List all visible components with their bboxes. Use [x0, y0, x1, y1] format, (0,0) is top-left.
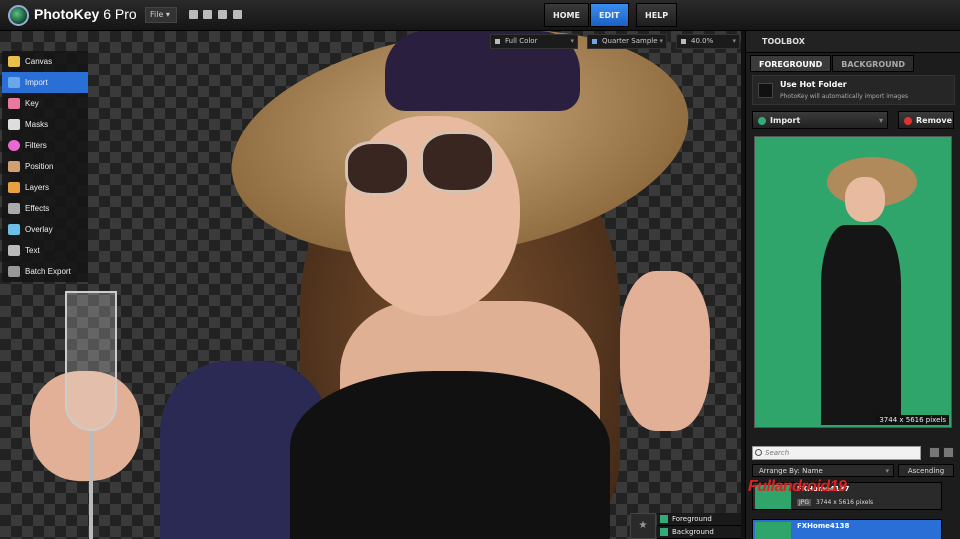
subject-arm [620, 271, 710, 431]
image-preview: 3744 x 5616 pixels [754, 136, 952, 428]
text-icon [8, 245, 20, 256]
tool-effects[interactable]: Effects [2, 198, 88, 219]
masks-icon [8, 119, 20, 130]
preview-body [821, 225, 901, 425]
tool-key[interactable]: Key [2, 93, 88, 114]
minus-icon [904, 117, 912, 125]
batch-export-icon [8, 266, 20, 277]
file-menu[interactable]: File ▾ [145, 7, 177, 23]
chevron-down-icon: ▾ [659, 37, 663, 45]
mail-icon[interactable] [218, 10, 227, 19]
checkbox-icon[interactable] [660, 515, 668, 523]
layers-icon [8, 182, 20, 193]
top-bar: PhotoKey 6 Pro File ▾ HOME EDIT HELP [0, 0, 960, 31]
hot-folder-title: Use Hot Folder [780, 80, 847, 89]
nav-edit-button[interactable]: EDIT [590, 3, 629, 27]
toolbox-panel: TOOLBOX FOREGROUND BACKGROUND Use Hot Fol… [745, 31, 960, 539]
subject-dress [290, 371, 610, 539]
tool-layers[interactable]: Layers [2, 177, 88, 198]
image-canvas[interactable] [0, 31, 741, 539]
import-button[interactable]: Import ▾ [752, 111, 888, 129]
tool-filters[interactable]: Filters [2, 135, 88, 156]
champagne-glass [55, 291, 125, 539]
tool-text[interactable]: Text [2, 240, 88, 261]
tab-background[interactable]: BACKGROUND [832, 55, 914, 72]
watermark-text: Fullandroid19 [748, 478, 847, 495]
remove-button[interactable]: Remove [898, 111, 954, 129]
tool-batch-export[interactable]: Batch Export [2, 261, 88, 282]
tab-foreground[interactable]: FOREGROUND [750, 55, 832, 72]
tool-masks[interactable]: Masks [2, 114, 88, 135]
sample-select[interactable]: Quarter Sample ▾ [587, 34, 667, 49]
list-view-icon[interactable] [929, 447, 940, 458]
tool-overlay[interactable]: Overlay [2, 219, 88, 240]
open-icon[interactable] [189, 10, 198, 19]
sort-order-select[interactable]: Ascending [898, 464, 954, 477]
hot-folder-desc: PhotoKey will automatically import image… [780, 93, 909, 100]
checkbox-icon[interactable] [660, 528, 668, 536]
favorite-star-icon[interactable]: ★ [630, 513, 656, 539]
zoom-icon [681, 39, 686, 44]
position-icon [8, 161, 20, 172]
grid-view-icon[interactable] [943, 447, 954, 458]
hot-folder-option[interactable]: Use Hot Folder PhotoKey will automatical… [752, 75, 955, 105]
arrange-by-select[interactable]: Arrange By: Name ▾ [752, 464, 894, 477]
search-input[interactable]: Search [752, 446, 921, 460]
subject-sunglass-left [345, 141, 410, 196]
nav-help-button[interactable]: HELP [636, 3, 678, 27]
chevron-down-icon: ▾ [732, 37, 736, 45]
tool-canvas[interactable]: Canvas [2, 51, 88, 72]
overlay-icon [8, 224, 20, 235]
search-icon [755, 449, 762, 456]
color-mode-icon [495, 39, 500, 44]
preview-dimensions: 3744 x 5616 pixels [876, 415, 949, 425]
photokey-logo-icon [8, 5, 29, 26]
nav-home-button[interactable]: HOME [544, 3, 589, 27]
layer-foreground[interactable]: Foreground [657, 513, 741, 526]
plus-icon [758, 117, 766, 125]
toolbox-title: TOOLBOX [746, 31, 960, 53]
file-item[interactable]: FXHome4138 [752, 519, 942, 539]
print-icon[interactable] [233, 10, 242, 19]
app-title: PhotoKey 6 Pro [34, 6, 137, 22]
key-icon [8, 98, 20, 109]
canvas-icon [8, 56, 20, 67]
file-thumbnail [755, 522, 791, 539]
chevron-down-icon: ▾ [885, 467, 889, 475]
import-icon [8, 77, 20, 88]
tool-position[interactable]: Position [2, 156, 88, 177]
tool-import[interactable]: Import [2, 72, 88, 93]
chevron-down-icon: ▾ [570, 37, 574, 45]
effects-icon [8, 203, 20, 214]
layer-background[interactable]: Background [657, 526, 741, 539]
zoom-select[interactable]: 40.0% ▾ [676, 34, 740, 49]
sample-icon [592, 39, 597, 44]
toolbox-tabs: FOREGROUND BACKGROUND [750, 55, 915, 72]
save-icon[interactable] [203, 10, 212, 19]
tool-menu: Canvas Import Key Masks Filters Position… [2, 51, 88, 282]
chevron-down-icon: ▾ [878, 116, 883, 125]
file-info: JPG 3744 x 5616 pixels [797, 499, 874, 506]
preview-face [845, 177, 885, 222]
filters-icon [8, 140, 20, 151]
color-mode-select[interactable]: Full Color ▾ [490, 34, 578, 49]
file-name: FXHome4138 [797, 522, 850, 530]
subject-sunglass-right [420, 131, 495, 193]
hot-folder-checkbox[interactable] [758, 83, 773, 98]
